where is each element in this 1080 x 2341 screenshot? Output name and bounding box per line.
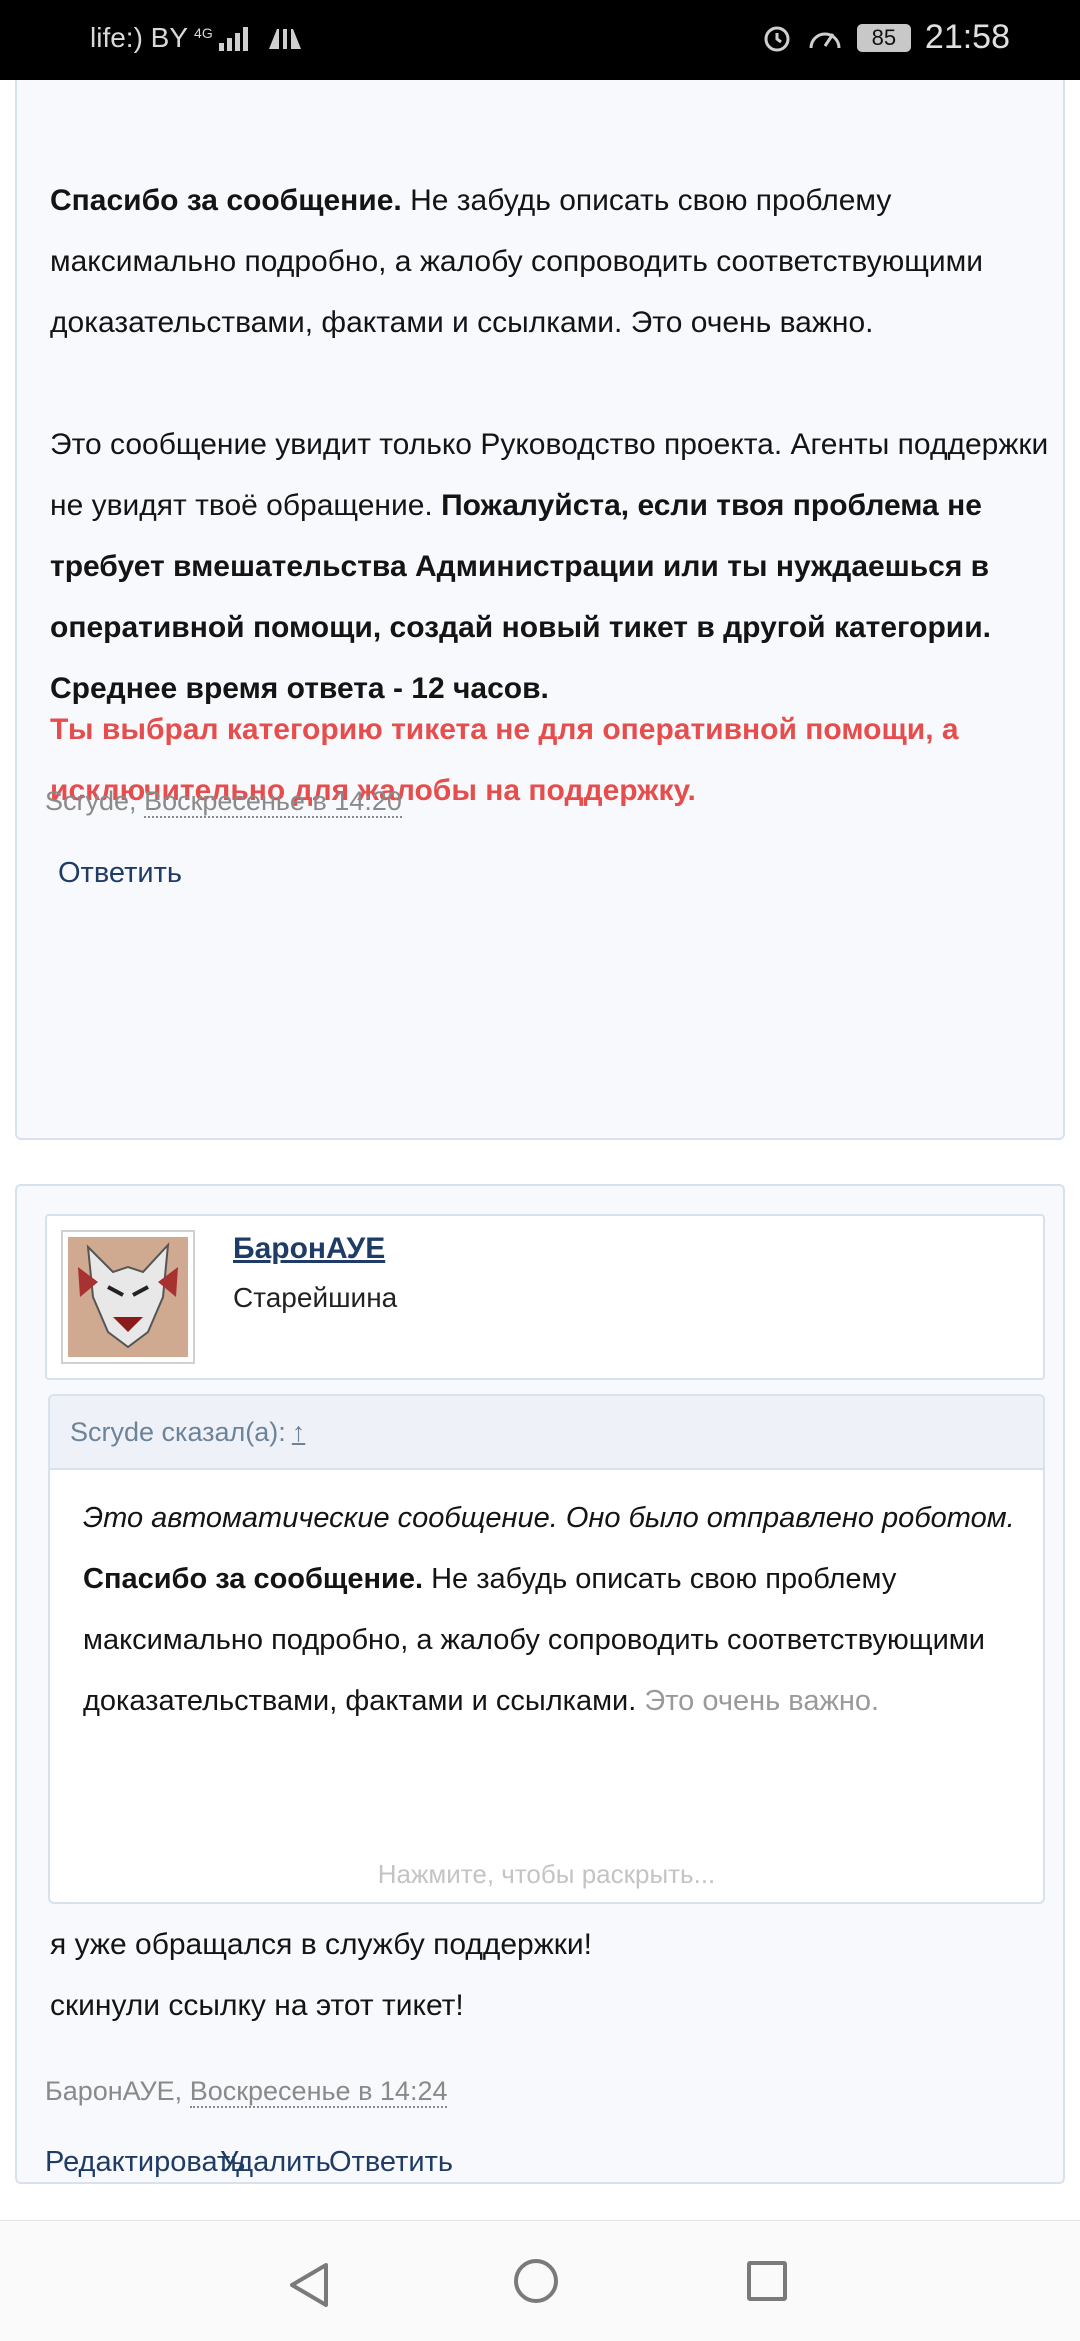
post-author[interactable]: БаронАУЕ (45, 2076, 175, 2106)
thread-content[interactable]: Спасибо за сообщение. Не забудь описать … (0, 80, 1080, 2220)
post-date[interactable]: Воскресенье в 14:20 (144, 786, 402, 818)
avatar[interactable] (61, 1230, 195, 1364)
post-author[interactable]: Scryde (45, 786, 129, 816)
quote-block[interactable]: Scryde сказал(а): ↑ Это автоматические со… (48, 1394, 1045, 1904)
quote-header: Scryde сказал(а): ↑ (50, 1396, 1043, 1470)
quote-italic-line: Это автоматические сообщение. Оно было о… (83, 1502, 1015, 1534)
battery-indicator: 85 (856, 23, 911, 52)
avatar-image (68, 1237, 188, 1357)
post-date[interactable]: Воскресенье в 14:24 (189, 2076, 448, 2108)
user-message: я уже обращался в службу поддержки! скин… (50, 1914, 592, 2036)
quote-faded-text: Это очень важно. (644, 1685, 880, 1717)
bot-thanks-bold: Спасибо за сообщение. (50, 184, 402, 217)
expand-quote-link[interactable]: Нажмите, чтобы раскрыть... (50, 1859, 1043, 1890)
wifi-hotspot-icon (268, 29, 301, 49)
home-icon[interactable] (514, 2259, 558, 2303)
post-meta: Scryde, Воскресенье в 14:20 (45, 786, 402, 818)
status-bar: life:) BY 4G 85 21:58 (0, 0, 1080, 80)
speedometer-icon (809, 32, 841, 48)
system-nav-bar (0, 2220, 1080, 2341)
author-rank: Старейшина (233, 1282, 398, 1313)
carrier-label: life:) BY (90, 22, 189, 53)
quote-author: Scryde сказал(а): (70, 1417, 286, 1447)
network-type: 4G (194, 25, 213, 41)
recent-apps-icon[interactable] (747, 2261, 787, 2301)
reply-button[interactable]: Ответить (329, 2146, 453, 2179)
quote-jump-link[interactable]: ↑ (292, 1417, 306, 1447)
bot-paragraph-2: Это сообщение увидит только Руководство … (50, 414, 1050, 658)
back-icon[interactable] (286, 2261, 330, 2309)
edit-button[interactable]: Редактировать (45, 2146, 245, 2179)
bot-paragraph-1: Спасибо за сообщение. Не забудь описать … (50, 170, 1050, 353)
post-meta: БаронАУЕ, Воскресенье в 14:24 (45, 2076, 448, 2108)
author-block: БаронАУЕ Старейшина (45, 1214, 1045, 1380)
user-message-line-1: я уже обращался в службу поддержки! (50, 1928, 593, 1961)
wolf-avatar-icon (68, 1237, 188, 1357)
reply-button[interactable]: Ответить (58, 857, 182, 890)
delete-button[interactable]: Удалить (220, 2146, 331, 2179)
quote-bold-start: Спасибо за сообщение. (83, 1563, 424, 1595)
message-card-user: БаронАУЕ Старейшина Scryde сказал(а): ↑ Э… (15, 1184, 1065, 2184)
quote-body: Это автоматические сообщение. Оно было о… (83, 1488, 1023, 1732)
signal-icon (218, 27, 248, 51)
user-message-line-2: скинули ссылку на этот тикет! (50, 1989, 464, 2022)
message-card-bot: Спасибо за сообщение. Не забудь описать … (15, 80, 1065, 1140)
author-name-link[interactable]: БаронАУЕ (233, 1232, 385, 1266)
alarm-icon (764, 26, 790, 51)
clock: 21:58 (924, 18, 1010, 56)
